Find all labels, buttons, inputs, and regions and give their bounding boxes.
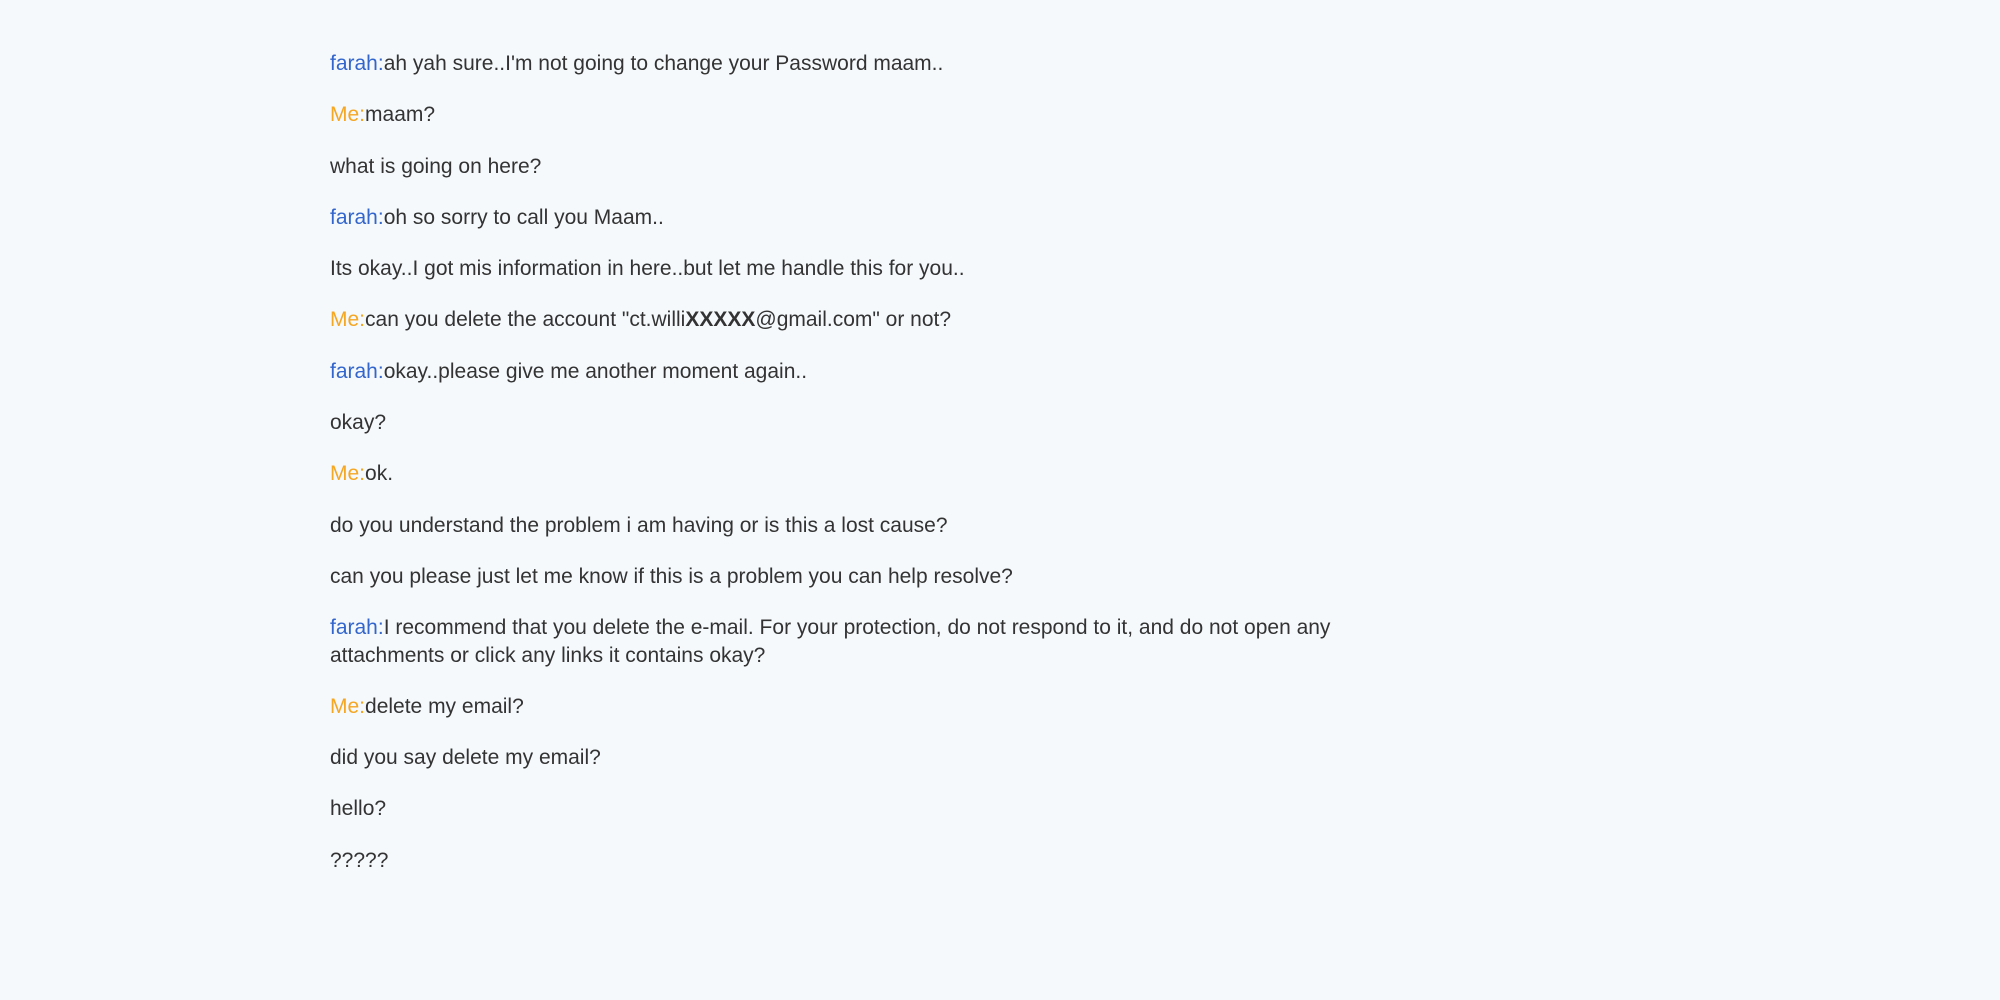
chat-message: Me:can you delete the account "ct.williX… — [330, 306, 1390, 333]
speaker-label-me: Me: — [330, 308, 365, 331]
chat-message: can you please just let me know if this … — [330, 563, 1390, 590]
message-text: hello? — [330, 797, 386, 820]
chat-message: ????? — [330, 847, 1390, 874]
message-text: ok. — [365, 462, 393, 485]
chat-message: did you say delete my email? — [330, 744, 1390, 771]
chat-message: hello? — [330, 795, 1390, 822]
message-text: @gmail.com" or not? — [755, 308, 951, 331]
message-text: Its okay..I got mis information in here.… — [330, 257, 965, 280]
chat-message: do you understand the problem i am havin… — [330, 512, 1390, 539]
chat-message: farah:I recommend that you delete the e-… — [330, 614, 1390, 669]
speaker-label-farah: farah: — [330, 52, 384, 75]
message-text: I recommend that you delete the e-mail. … — [330, 616, 1330, 666]
message-text: oh so sorry to call you Maam.. — [384, 206, 664, 229]
message-text: ????? — [330, 849, 388, 872]
speaker-label-farah: farah: — [330, 360, 384, 383]
message-text: maam? — [365, 103, 435, 126]
message-text: ah yah sure..I'm not going to change you… — [384, 52, 944, 75]
message-text: can you please just let me know if this … — [330, 565, 1013, 588]
chat-transcript: farah:ah yah sure..I'm not going to chan… — [330, 50, 1390, 874]
chat-message: farah:ah yah sure..I'm not going to chan… — [330, 50, 1390, 77]
message-text: do you understand the problem i am havin… — [330, 514, 948, 537]
message-text-bold: XXXXX — [685, 308, 755, 331]
message-text: can you delete the account "ct.willi — [365, 308, 685, 331]
speaker-label-me: Me: — [330, 695, 365, 718]
chat-message: Its okay..I got mis information in here.… — [330, 255, 1390, 282]
chat-message: farah:okay..please give me another momen… — [330, 358, 1390, 385]
speaker-label-me: Me: — [330, 462, 365, 485]
message-text: okay? — [330, 411, 386, 434]
speaker-label-farah: farah: — [330, 616, 384, 639]
chat-message: okay? — [330, 409, 1390, 436]
message-text: okay..please give me another moment agai… — [384, 360, 807, 383]
chat-message: Me:maam? — [330, 101, 1390, 128]
message-text: what is going on here? — [330, 155, 541, 178]
chat-message: what is going on here? — [330, 153, 1390, 180]
speaker-label-farah: farah: — [330, 206, 384, 229]
chat-message: farah:oh so sorry to call you Maam.. — [330, 204, 1390, 231]
speaker-label-me: Me: — [330, 103, 365, 126]
message-text: delete my email? — [365, 695, 524, 718]
chat-message: Me:delete my email? — [330, 693, 1390, 720]
message-text: did you say delete my email? — [330, 746, 601, 769]
chat-message: Me:ok. — [330, 460, 1390, 487]
